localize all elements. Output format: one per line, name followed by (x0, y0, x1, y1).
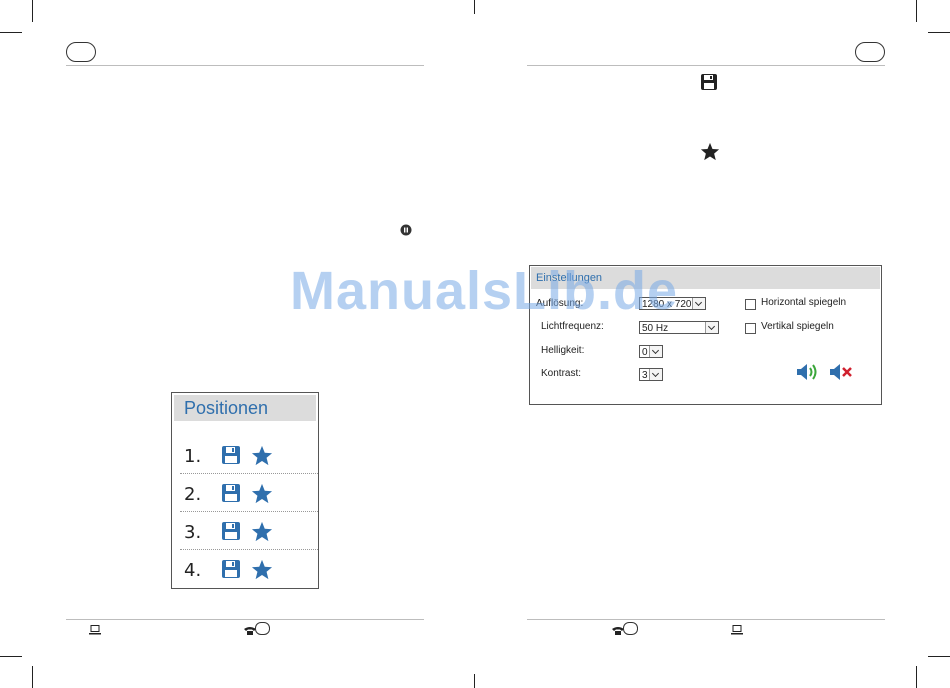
light-frequency-select[interactable]: 50 Hz (639, 321, 719, 334)
star-icon[interactable] (251, 445, 273, 471)
position-row: 4. (180, 550, 312, 588)
star-icon[interactable] (251, 521, 273, 547)
contrast-value: 3 (642, 370, 648, 381)
position-number: 2. (184, 484, 202, 505)
footer-rule-right (527, 619, 885, 620)
position-row: 2. (180, 474, 318, 512)
crop-mark (928, 656, 950, 657)
chevron-down-icon (649, 369, 662, 380)
light-frequency-value: 50 Hz (642, 323, 669, 334)
contrast-select[interactable]: 3 (639, 368, 663, 381)
floppy-disk-icon[interactable] (221, 559, 241, 584)
flip-horizontal-label: Horizontal spiegeln (761, 297, 847, 308)
crop-mark (916, 0, 917, 22)
footer-rule-left (66, 619, 424, 620)
floppy-disk-icon[interactable] (221, 521, 241, 546)
position-row: 1. (180, 436, 318, 474)
crop-mark (474, 0, 475, 14)
crop-mark (916, 666, 917, 688)
country-badge-right (623, 622, 638, 635)
position-number: 1. (184, 446, 202, 467)
crop-mark (928, 32, 950, 33)
language-badge-right (855, 42, 885, 62)
header-rule-right (527, 65, 885, 66)
floppy-disk-icon[interactable] (221, 445, 241, 470)
light-frequency-label: Lichtfrequenz: (541, 321, 604, 332)
crop-mark (32, 666, 33, 688)
floppy-disk-icon[interactable] (221, 483, 241, 508)
floppy-disk-icon (700, 73, 718, 96)
crop-mark (32, 0, 33, 22)
crop-mark (0, 32, 22, 33)
positions-panel: Positionen 1. 2. 3. 4. (171, 392, 319, 589)
contrast-label: Kontrast: (541, 368, 582, 379)
speaker-on-icon[interactable] (796, 363, 820, 384)
star-icon[interactable] (251, 559, 273, 585)
crop-mark (0, 656, 22, 657)
pause-circle-icon (400, 223, 412, 241)
positions-title: Positionen (174, 395, 316, 421)
flip-vertical-checkbox[interactable] (745, 323, 756, 334)
brightness-label: Helligkeit: (541, 345, 585, 356)
speaker-mute-icon[interactable] (829, 363, 853, 384)
chevron-down-icon (649, 346, 662, 357)
country-badge-left (255, 622, 270, 635)
chevron-down-icon (692, 298, 705, 309)
brightness-select[interactable]: 0 (639, 345, 663, 358)
chevron-down-icon (705, 322, 718, 333)
brightness-value: 0 (642, 347, 648, 358)
star-icon (700, 142, 720, 166)
flip-horizontal-checkbox[interactable] (745, 299, 756, 310)
watermark: ManualsLib.de (290, 261, 679, 321)
computer-icon (731, 622, 743, 640)
flip-vertical-label: Vertikal spiegeln (761, 321, 834, 332)
header-rule-left (66, 65, 424, 66)
language-badge-left (66, 42, 96, 62)
crop-mark (474, 674, 475, 688)
computer-icon (89, 622, 101, 640)
position-row: 3. (180, 512, 318, 550)
position-number: 3. (184, 522, 202, 543)
position-number: 4. (184, 560, 202, 581)
star-icon[interactable] (251, 483, 273, 509)
